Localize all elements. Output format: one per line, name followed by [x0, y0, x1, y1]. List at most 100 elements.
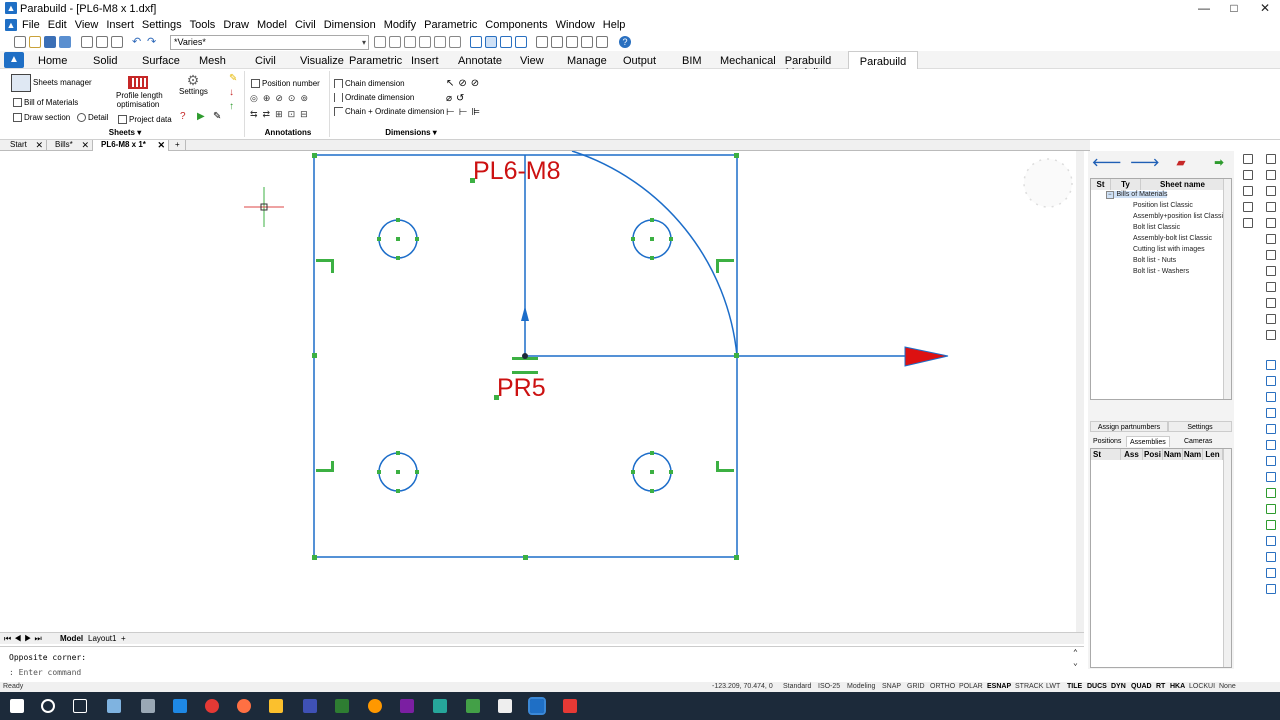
tab-parametric[interactable]: Parametric — [349, 55, 402, 67]
tree-item[interactable]: Assembly+position list Classic — [1133, 213, 1227, 220]
status-dyn[interactable]: DYN — [1111, 683, 1126, 690]
arrow-down-red-icon[interactable]: ↓ — [229, 87, 234, 98]
canvas-vscroll[interactable] — [1076, 151, 1084, 632]
tab-bim[interactable]: BIM — [682, 55, 702, 67]
tab-annotate[interactable]: Annotate — [458, 55, 502, 67]
cut-icon[interactable] — [419, 36, 431, 48]
grip-point[interactable] — [669, 470, 673, 474]
taskbar-app-icon[interactable] — [335, 699, 349, 713]
menu-parametric[interactable]: Parametric — [424, 19, 477, 31]
grip-point[interactable] — [312, 555, 317, 560]
status-esnap[interactable]: ESNAP — [987, 683, 1011, 690]
status-modeling[interactable]: Modeling — [847, 683, 875, 690]
command-scroll-icon[interactable]: ⌄ — [1073, 658, 1078, 667]
detail-button[interactable]: Detail — [77, 113, 108, 123]
group-annotations[interactable]: Annotations — [258, 128, 318, 137]
grip-point[interactable] — [650, 470, 654, 474]
grip-point[interactable] — [312, 153, 317, 158]
grip-point[interactable] — [377, 237, 381, 241]
grip-point[interactable] — [650, 237, 654, 241]
tab-civil[interactable]: Civil — [255, 55, 276, 67]
tool-icon[interactable] — [1266, 170, 1276, 180]
annotation-tools-row-2[interactable]: ⇆⇄⊞⊡⊟ — [250, 109, 313, 120]
visual-style-icon[interactable] — [485, 36, 497, 48]
properties-icon[interactable] — [536, 36, 548, 48]
dimension-grip[interactable] — [716, 461, 719, 472]
tool-icon[interactable] — [1266, 568, 1276, 578]
status-tile[interactable]: TILE — [1067, 683, 1082, 690]
part-label[interactable]: PL6-M8 — [473, 157, 561, 185]
close-icon[interactable]: ✕ — [157, 140, 165, 150]
tab-mechanical[interactable]: Mechanical — [720, 55, 776, 67]
save-as-icon[interactable] — [59, 36, 71, 48]
back-arrow-icon[interactable]: 🡐 — [1092, 155, 1122, 171]
tool-icon[interactable] — [1243, 154, 1253, 164]
tab-solid[interactable]: Solid — [93, 55, 117, 67]
taskbar-app-icon[interactable] — [141, 699, 155, 713]
menu-tools[interactable]: Tools — [190, 19, 216, 31]
render-icon[interactable] — [515, 36, 527, 48]
grip-point[interactable] — [377, 470, 381, 474]
tab-insert[interactable]: Insert — [411, 55, 439, 67]
grip-point[interactable] — [631, 237, 635, 241]
grip-point[interactable] — [396, 470, 400, 474]
tool-icon[interactable] — [1266, 330, 1276, 340]
tree-item[interactable]: Position list Classic — [1133, 202, 1193, 209]
command-scroll-icon[interactable]: ⌃ — [1073, 648, 1078, 657]
add-tab-button[interactable]: + — [172, 140, 186, 151]
tab-manage[interactable]: Manage — [567, 55, 607, 67]
drawing-svg[interactable]: PL6-M8 PR5 — [0, 150, 1084, 632]
menu-view[interactable]: View — [75, 19, 99, 31]
menu-help[interactable]: Help — [603, 19, 626, 31]
tool-icon[interactable] — [1266, 234, 1276, 244]
taskbar-app-icon[interactable] — [173, 699, 187, 713]
status-polar[interactable]: POLAR — [959, 683, 983, 690]
tool-icon[interactable] — [1266, 202, 1276, 212]
tool-icon[interactable] — [1266, 250, 1276, 260]
tab-mesh[interactable]: Mesh — [199, 55, 226, 67]
menu-modify[interactable]: Modify — [384, 19, 416, 31]
settings-button[interactable]: ⚙ Settings — [179, 73, 208, 96]
grip-point[interactable] — [312, 353, 317, 358]
layout-tab-layout1[interactable]: Layout1 — [88, 634, 116, 643]
status-none[interactable]: None — [1219, 683, 1236, 690]
tool-icon[interactable] — [1243, 170, 1253, 180]
tool-icon[interactable] — [1266, 408, 1276, 418]
layer-combo[interactable]: *Varies* ▾ — [170, 35, 369, 50]
menu-draw[interactable]: Draw — [223, 19, 249, 31]
direction-arrow[interactable] — [904, 346, 949, 367]
arrow-up-green-icon[interactable]: ↑ — [229, 101, 234, 112]
annotation-tools-row-1[interactable]: ◎⊕⊘⊙⊚ — [250, 93, 313, 104]
tree-item[interactable]: Assembly-bolt list Classic — [1133, 235, 1212, 242]
taskbar-app-icon[interactable] — [368, 699, 382, 713]
layers-icon[interactable] — [551, 36, 563, 48]
menu-components[interactable]: Components — [485, 19, 547, 31]
taskbar-app-icon[interactable] — [466, 699, 480, 713]
status-snap[interactable]: SNAP — [882, 683, 901, 690]
profile-length-button[interactable]: Profile length optimisation — [116, 76, 163, 109]
tool-icon[interactable] — [1266, 424, 1276, 434]
dimension-tools-row-1[interactable]: ↖⊘⊘ — [446, 78, 483, 89]
tool-icon[interactable] — [1266, 488, 1276, 498]
doc-tab-pl6-m8[interactable]: PL6-M8 x 1* ✕ — [93, 140, 169, 151]
grid-scrollbar[interactable] — [1223, 449, 1231, 667]
menu-civil[interactable]: Civil — [295, 19, 316, 31]
group-sheets[interactable]: Sheets ▾ — [108, 128, 142, 137]
tool-icon[interactable] — [1243, 186, 1253, 196]
grip-point[interactable] — [415, 470, 419, 474]
grip-point[interactable] — [669, 237, 673, 241]
tool-icon[interactable] — [1266, 392, 1276, 402]
tool-icon[interactable] — [1266, 298, 1276, 308]
help-icon[interactable]: ? — [619, 36, 631, 48]
column-header[interactable]: Nam — [1183, 449, 1203, 460]
panel-settings-button[interactable]: Settings — [1168, 421, 1232, 432]
position-label[interactable]: PR5 — [497, 374, 546, 402]
taskbar-app-icon[interactable] — [303, 699, 317, 713]
print-preview-icon[interactable] — [81, 36, 93, 48]
tool-icon[interactable] — [1266, 472, 1276, 482]
minimize-button[interactable]: — — [1189, 1, 1219, 15]
grip-point[interactable] — [650, 489, 654, 493]
menu-dimension[interactable]: Dimension — [324, 19, 376, 31]
view-cube-icon[interactable] — [470, 36, 482, 48]
tool-icon[interactable] — [1266, 282, 1276, 292]
